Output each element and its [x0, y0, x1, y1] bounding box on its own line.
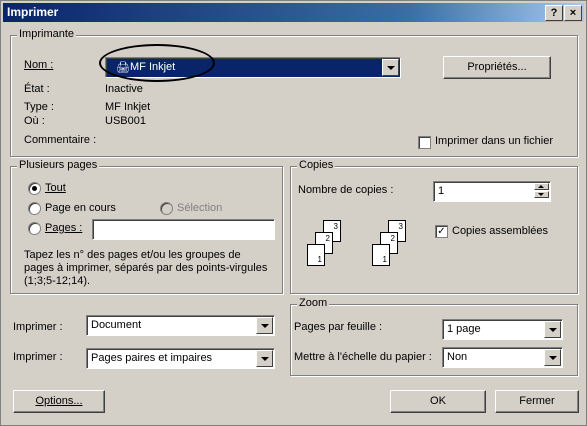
- copies-count-input[interactable]: 1: [433, 181, 551, 202]
- ok-button[interactable]: OK: [390, 390, 486, 413]
- scale-select[interactable]: Non: [442, 347, 563, 368]
- print-which-value: Pages paires et impaires: [91, 352, 213, 364]
- type-label: Type :: [24, 101, 54, 113]
- where-value: USB001: [105, 115, 146, 127]
- printer-group-legend: Imprimante: [17, 28, 77, 40]
- type-value: MF Inkjet: [105, 101, 151, 113]
- print-which-label: Imprimer :: [13, 351, 63, 363]
- pages-per-sheet-select[interactable]: 1 page: [442, 319, 563, 340]
- page-range-legend: Plusieurs pages: [17, 159, 100, 171]
- copies-legend: Copies: [297, 159, 336, 171]
- chevron-down-icon[interactable]: [544, 349, 561, 366]
- pages-per-sheet-value: 1 page: [447, 323, 481, 335]
- range-selection-label: Sélection: [177, 202, 223, 214]
- window-title: Imprimer: [7, 5, 59, 19]
- status-value: Inactive: [105, 83, 143, 95]
- help-button[interactable]: ?: [545, 5, 563, 21]
- copies-spinner[interactable]: [534, 183, 549, 198]
- print-which-select[interactable]: Pages paires et impaires: [86, 348, 275, 369]
- range-current-label: Page en cours: [45, 202, 116, 214]
- range-all-label: Tout: [45, 182, 66, 194]
- options-button[interactable]: Options...: [13, 390, 105, 413]
- range-pages-radio[interactable]: [28, 222, 41, 235]
- annotation-ellipse: [99, 44, 215, 82]
- page-icon: 1: [307, 244, 325, 266]
- copies-count-value: 1: [438, 185, 445, 197]
- status-label: État :: [24, 83, 50, 95]
- scale-label: Mettre à l'échelle du papier :: [294, 351, 432, 363]
- chevron-down-icon[interactable]: [382, 59, 399, 76]
- print-to-file-checkbox[interactable]: [418, 136, 431, 149]
- copies-count-label: Nombre de copies :: [298, 184, 394, 196]
- printer-name-label: Nom :: [24, 59, 54, 71]
- range-pages-label: Pages :: [45, 222, 83, 234]
- spinner-up-icon[interactable]: [534, 183, 549, 190]
- range-all-radio[interactable]: [28, 182, 41, 195]
- cancel-button[interactable]: Fermer: [495, 390, 579, 413]
- close-window-button[interactable]: ×: [564, 5, 582, 21]
- range-current-radio[interactable]: [28, 202, 41, 215]
- chevron-down-icon[interactable]: [256, 350, 273, 367]
- title-bar: Imprimer ? ×: [3, 3, 584, 22]
- comment-label: Commentaire :: [24, 134, 97, 146]
- page-icon: 1: [372, 244, 390, 266]
- chevron-down-icon[interactable]: [544, 321, 561, 338]
- chevron-down-icon[interactable]: [256, 317, 273, 334]
- properties-button[interactable]: Propriétés...: [443, 56, 551, 79]
- pages-per-sheet-label: Pages par feuille :: [294, 321, 383, 333]
- zoom-legend: Zoom: [297, 297, 330, 309]
- print-to-file-label: Imprimer dans un fichier: [435, 135, 553, 147]
- collate-label: Copies assemblées: [452, 225, 548, 237]
- scale-value: Non: [447, 351, 468, 363]
- collate-checkbox[interactable]: ✓: [435, 225, 448, 238]
- pages-input[interactable]: [92, 219, 275, 240]
- print-what-value: Document: [91, 319, 142, 331]
- page-range-hint: Tapez les n° des pages et/ou les groupes…: [24, 249, 268, 287]
- where-label: Où :: [24, 115, 45, 127]
- print-dialog: Imprimer ? × Imprimante Nom : 🖨 MF Inkje…: [0, 0, 587, 426]
- print-what-label: Imprimer :: [13, 321, 63, 333]
- spinner-down-icon[interactable]: [534, 191, 549, 198]
- range-selection-radio[interactable]: [160, 202, 173, 215]
- print-what-select[interactable]: Document: [86, 315, 275, 336]
